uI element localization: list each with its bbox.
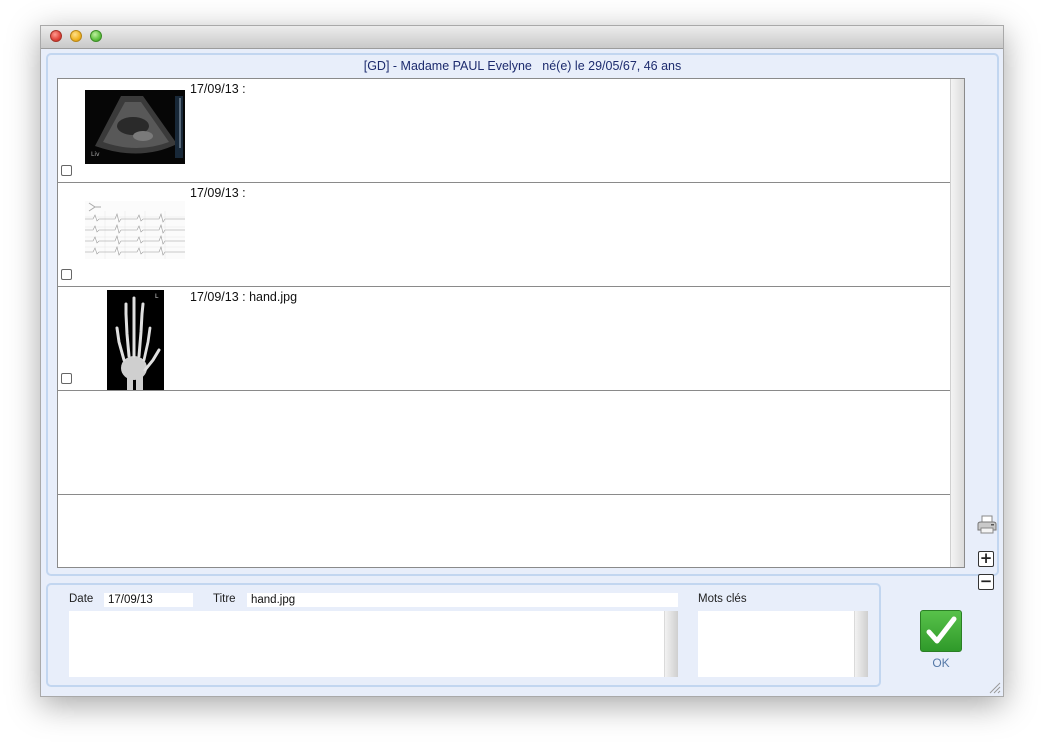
minimize-icon[interactable] (70, 30, 82, 42)
empty-row (58, 391, 950, 495)
ecg-thumbnail[interactable] (85, 201, 185, 259)
details-panel: Date 17/09/13 Titre hand.jpg Mots clés (46, 583, 881, 687)
list-scrollbar[interactable] (950, 79, 964, 567)
comment-textarea[interactable] (69, 611, 678, 677)
keywords-scrollbar[interactable] (854, 611, 868, 677)
date-field[interactable]: 17/09/13 (104, 593, 193, 607)
comment-scrollbar[interactable] (664, 611, 678, 677)
zoom-icon[interactable] (90, 30, 102, 42)
document-list[interactable]: Liv 17/09/13 : 17/09/13: L 17/09/13: h… (57, 78, 965, 568)
zoom-in-button[interactable]: + (978, 551, 994, 567)
document-caption: 17/09/13 : (190, 186, 246, 200)
document-row[interactable]: Liv 17/09/13 : (58, 79, 950, 183)
document-checkbox[interactable] (61, 373, 72, 384)
date-label: Date (69, 593, 94, 605)
ok-label: OK (932, 656, 950, 670)
documents-panel: [GD] - Madame PAUL Evelyne né(e) le 29/0… (46, 53, 999, 590)
title-field[interactable]: hand.jpg (247, 593, 678, 607)
resize-grip-icon[interactable] (989, 682, 1001, 694)
main-window: [GD] - Madame PAUL Evelyne né(e) le 29/0… (40, 25, 1004, 697)
printer-icon[interactable] (976, 515, 998, 535)
keywords-textarea[interactable] (698, 611, 868, 677)
zoom-out-button[interactable]: − (978, 574, 994, 590)
ok-button[interactable]: OK (918, 610, 964, 670)
keywords-label: Mots clés (698, 593, 747, 605)
close-icon[interactable] (50, 30, 62, 42)
document-caption: 17/09/13 : (190, 82, 246, 96)
document-row[interactable]: 17/09/13 : (58, 183, 950, 287)
title-bar[interactable] (41, 26, 1003, 49)
title-label: Titre (213, 593, 236, 605)
hand-xray-thumbnail[interactable]: L (107, 290, 164, 390)
document-checkbox[interactable] (61, 269, 72, 280)
checkmark-icon[interactable] (920, 610, 962, 652)
ultrasound-thumbnail[interactable]: Liv (85, 90, 185, 164)
svg-text:Liv: Liv (91, 151, 100, 158)
document-checkbox[interactable] (61, 165, 72, 176)
empty-row (58, 495, 950, 567)
patient-header: [GD] - Madame PAUL Evelyne né(e) le 29/0… (363, 59, 682, 73)
document-caption: 17/09/13 : hand.jpg (190, 290, 298, 304)
document-row[interactable]: L 17/09/13 : hand.jpg (58, 287, 950, 391)
